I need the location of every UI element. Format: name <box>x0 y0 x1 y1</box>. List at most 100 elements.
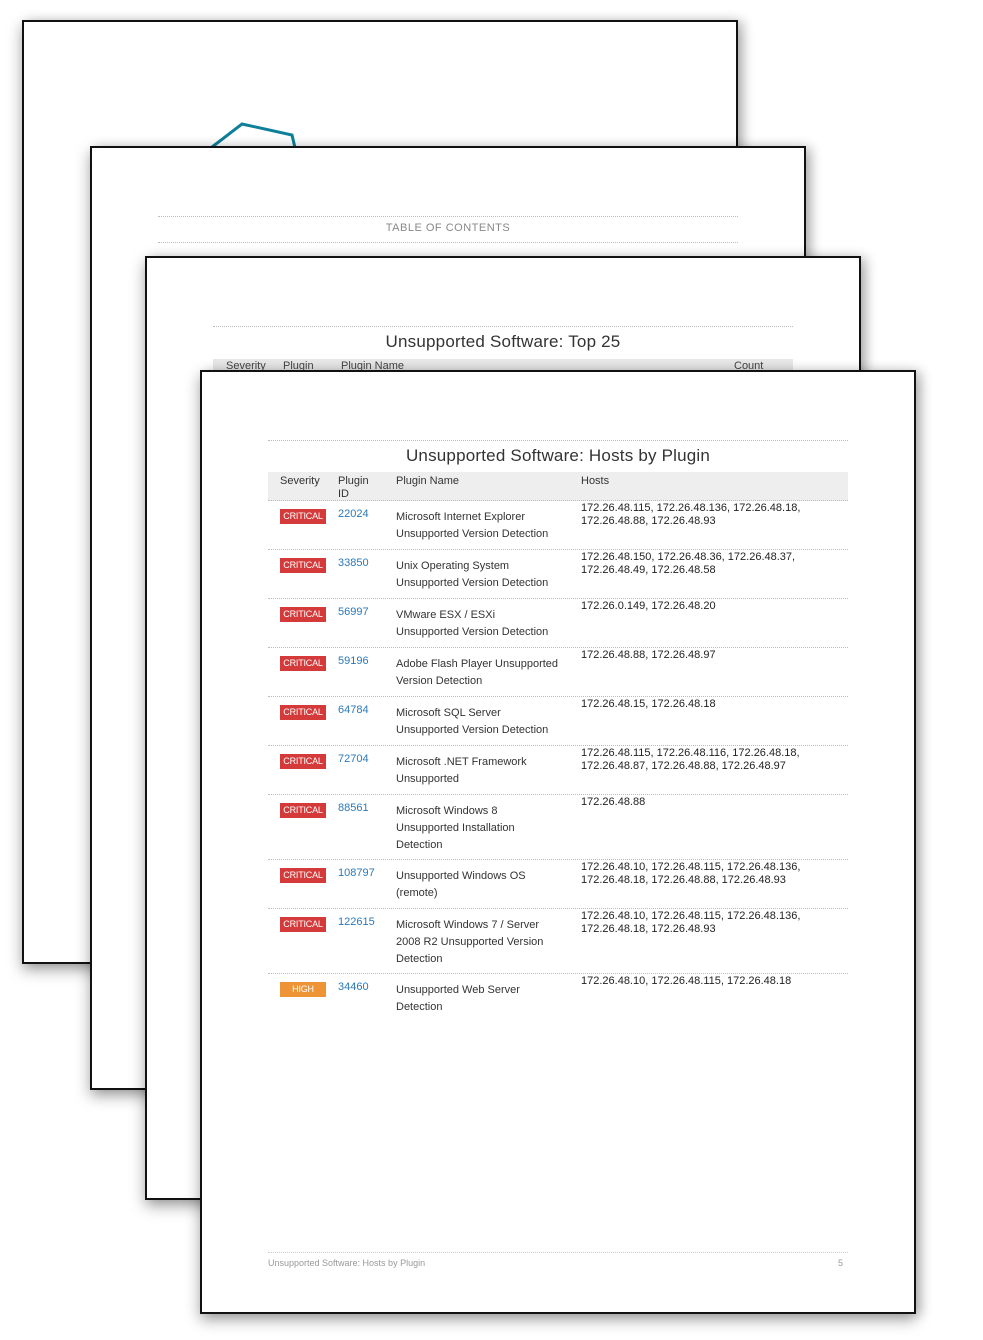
table-row: CRITICAL 122615 Microsoft Windows 7 / Serv… <box>268 909 848 974</box>
plugin-name-line: Unsupported Version Detection <box>396 528 549 540</box>
col-hosts: Hosts <box>581 475 610 487</box>
page-title: Unsupported Software: Hosts by Plugin <box>405 446 711 465</box>
plugin-id-link[interactable]: 34460 <box>338 981 369 993</box>
hosts-line: 172.26.48.88, 172.26.48.93 <box>581 515 716 527</box>
plugin-name-line: Unsupported Web Server <box>396 984 520 996</box>
table-row: CRITICAL 33850 Unix Operating System Unsupp… <box>268 550 848 599</box>
plugin-name-line: Detection <box>396 1001 443 1013</box>
plugin-id-link[interactable]: 88561 <box>338 802 369 814</box>
plugin-name-line: 2008 R2 Unsupported Version <box>396 936 544 948</box>
hosts-line: 172.26.0.149, 172.26.48.20 <box>581 600 716 612</box>
plugin-name-cell: Unsupported Web Server Detection <box>396 982 576 1016</box>
severity-cell: CRITICAL <box>280 754 326 769</box>
hosts-line: 172.26.48.10, 172.26.48.115, 172.26.48.1… <box>581 910 801 922</box>
col-plugin-id-line1: Plugin <box>338 475 369 487</box>
plugin-name-cell: VMware ESX / ESXi Unsupported Version Det… <box>396 607 576 641</box>
plugin-name-cell: Microsoft Windows 7 / Server 2008 R2 Unsu… <box>396 917 576 968</box>
plugin-name-line: (remote) <box>396 887 438 899</box>
plugin-id-link[interactable]: 64784 <box>338 704 369 716</box>
plugin-name-cell: Microsoft SQL Server Unsupported Version … <box>396 705 576 739</box>
severity-badge: CRITICAL <box>280 558 326 573</box>
plugin-name-line: Microsoft Windows 7 / Server <box>396 919 540 931</box>
plugin-name-line: Version Detection <box>396 675 483 687</box>
plugin-name-line: VMware ESX / ESXi <box>396 609 496 621</box>
plugin-name-line: Microsoft Internet Explorer <box>396 511 525 523</box>
plugin-id-link[interactable]: 72704 <box>338 753 369 765</box>
hosts-cell: 172.26.48.150, 172.26.48.36, 172.26.48.3… <box>581 551 846 577</box>
hosts-by-plugin-table: Severity Plugin ID Plugin Name Hosts CRI… <box>268 472 848 1022</box>
plugin-name-line: Microsoft SQL Server <box>396 707 501 719</box>
plugin-name-cell: Adobe Flash Player Unsupported Version De… <box>396 656 576 690</box>
hosts-by-plugin-page: Unsupported Software: Hosts by Plugin Se… <box>200 370 916 1314</box>
plugin-id-link[interactable]: 59196 <box>338 655 369 667</box>
hosts-cell: 172.26.48.10, 172.26.48.115, 172.26.48.1… <box>581 861 846 887</box>
footer-section-title: Unsupported Software: Hosts by Plugin <box>268 1258 426 1268</box>
plugin-name-line: Detection <box>396 953 443 965</box>
severity-badge: CRITICAL <box>280 509 326 524</box>
severity-cell: CRITICAL <box>280 656 326 671</box>
plugin-name-cell: Microsoft Internet Explorer Unsupported V… <box>396 509 576 543</box>
plugin-name-cell: Unsupported Windows OS (remote) <box>396 868 576 902</box>
table-row: HIGH 34460 Unsupported Web Server Detection… <box>268 974 848 1022</box>
severity-badge: CRITICAL <box>280 754 326 769</box>
severity-badge: CRITICAL <box>280 803 326 818</box>
plugin-id-link[interactable]: 33850 <box>338 557 369 569</box>
hosts-line: 172.26.48.115, 172.26.48.116, 172.26.48.… <box>581 747 800 759</box>
table-row: CRITICAL 108797 Unsupported Windows OS (rem… <box>268 860 848 909</box>
toc-top-rule <box>158 216 738 217</box>
plugin-id-link[interactable]: 122615 <box>338 916 375 928</box>
hosts-cell: 172.26.48.10, 172.26.48.115, 172.26.48.1… <box>581 975 846 988</box>
plugin-id-link[interactable]: 108797 <box>338 867 375 879</box>
severity-cell: CRITICAL <box>280 917 326 932</box>
toc-bottom-rule <box>158 242 738 243</box>
table-row: CRITICAL 22024 Microsoft Internet Explorer… <box>268 501 848 550</box>
severity-cell: CRITICAL <box>280 607 326 622</box>
plugin-name-line: Detection <box>396 839 443 851</box>
hosts-cell: 172.26.48.15, 172.26.48.18 <box>581 698 846 711</box>
severity-cell: CRITICAL <box>280 558 326 573</box>
severity-badge: CRITICAL <box>280 607 326 622</box>
hosts-cell: 172.26.48.115, 172.26.48.136, 172.26.48.… <box>581 502 846 528</box>
col-plugin-name: Plugin Name <box>396 475 459 487</box>
table-row: CRITICAL 64784 Microsoft SQL Server Unsuppo… <box>268 697 848 746</box>
severity-badge: CRITICAL <box>280 656 326 671</box>
severity-cell: HIGH <box>280 982 326 997</box>
col-plugin-id: Plugin ID <box>338 475 369 501</box>
plugin-id-link[interactable]: 56997 <box>338 606 369 618</box>
hosts-cell: 172.26.0.149, 172.26.48.20 <box>581 600 846 613</box>
table-body: CRITICAL 22024 Microsoft Internet Explorer… <box>268 501 848 1022</box>
plugin-name-cell: Unix Operating System Unsupported Version… <box>396 558 576 592</box>
severity-cell: CRITICAL <box>280 509 326 524</box>
plugin-name-line: Microsoft .NET Framework <box>396 756 527 768</box>
footer-page-number: 5 <box>838 1258 844 1268</box>
top25-title: Unsupported Software: Top 25 <box>385 332 621 351</box>
plugin-name-line: Unsupported Installation <box>396 822 515 834</box>
col-severity: Severity <box>280 475 320 487</box>
plugin-id-link[interactable]: 22024 <box>338 508 369 520</box>
col-plugin-id-line2: ID <box>338 488 349 500</box>
table-header: Severity Plugin ID Plugin Name Hosts <box>268 472 848 501</box>
hosts-line: 172.26.48.88 <box>581 796 646 808</box>
plugin-name-line: Adobe Flash Player Unsupported <box>396 658 559 670</box>
footer-rule <box>268 1252 848 1253</box>
plugin-name-line: Microsoft Windows 8 <box>396 805 498 817</box>
severity-cell: CRITICAL <box>280 705 326 720</box>
hosts-line: 172.26.48.18, 172.26.48.88, 172.26.48.93 <box>581 874 786 886</box>
hosts-line: 172.26.48.87, 172.26.48.88, 172.26.48.97 <box>581 760 786 772</box>
plugin-name-line: Unsupported Version Detection <box>396 724 549 736</box>
plugin-name-cell: Microsoft .NET Framework Unsupported <box>396 754 576 788</box>
plugin-name-line: Unsupported Windows OS <box>396 870 526 882</box>
severity-badge: HIGH <box>280 982 326 997</box>
severity-badge: CRITICAL <box>280 705 326 720</box>
hosts-line: 172.26.48.49, 172.26.48.58 <box>581 564 716 576</box>
table-row: CRITICAL 88561 Microsoft Windows 8 Unsuppor… <box>268 795 848 860</box>
plugin-name-line: Unix Operating System <box>396 560 510 572</box>
hosts-cell: 172.26.48.115, 172.26.48.116, 172.26.48.… <box>581 747 846 773</box>
hosts-cell: 172.26.48.88 <box>581 796 846 809</box>
severity-cell: CRITICAL <box>280 803 326 818</box>
hosts-line: 172.26.48.150, 172.26.48.36, 172.26.48.3… <box>581 551 796 563</box>
hosts-cell: 172.26.48.10, 172.26.48.115, 172.26.48.1… <box>581 910 846 936</box>
hosts-cell: 172.26.48.88, 172.26.48.97 <box>581 649 846 662</box>
plugin-name-cell: Microsoft Windows 8 Unsupported Installat… <box>396 803 576 854</box>
table-row: CRITICAL 59196 Adobe Flash Player Unsuppor… <box>268 648 848 697</box>
